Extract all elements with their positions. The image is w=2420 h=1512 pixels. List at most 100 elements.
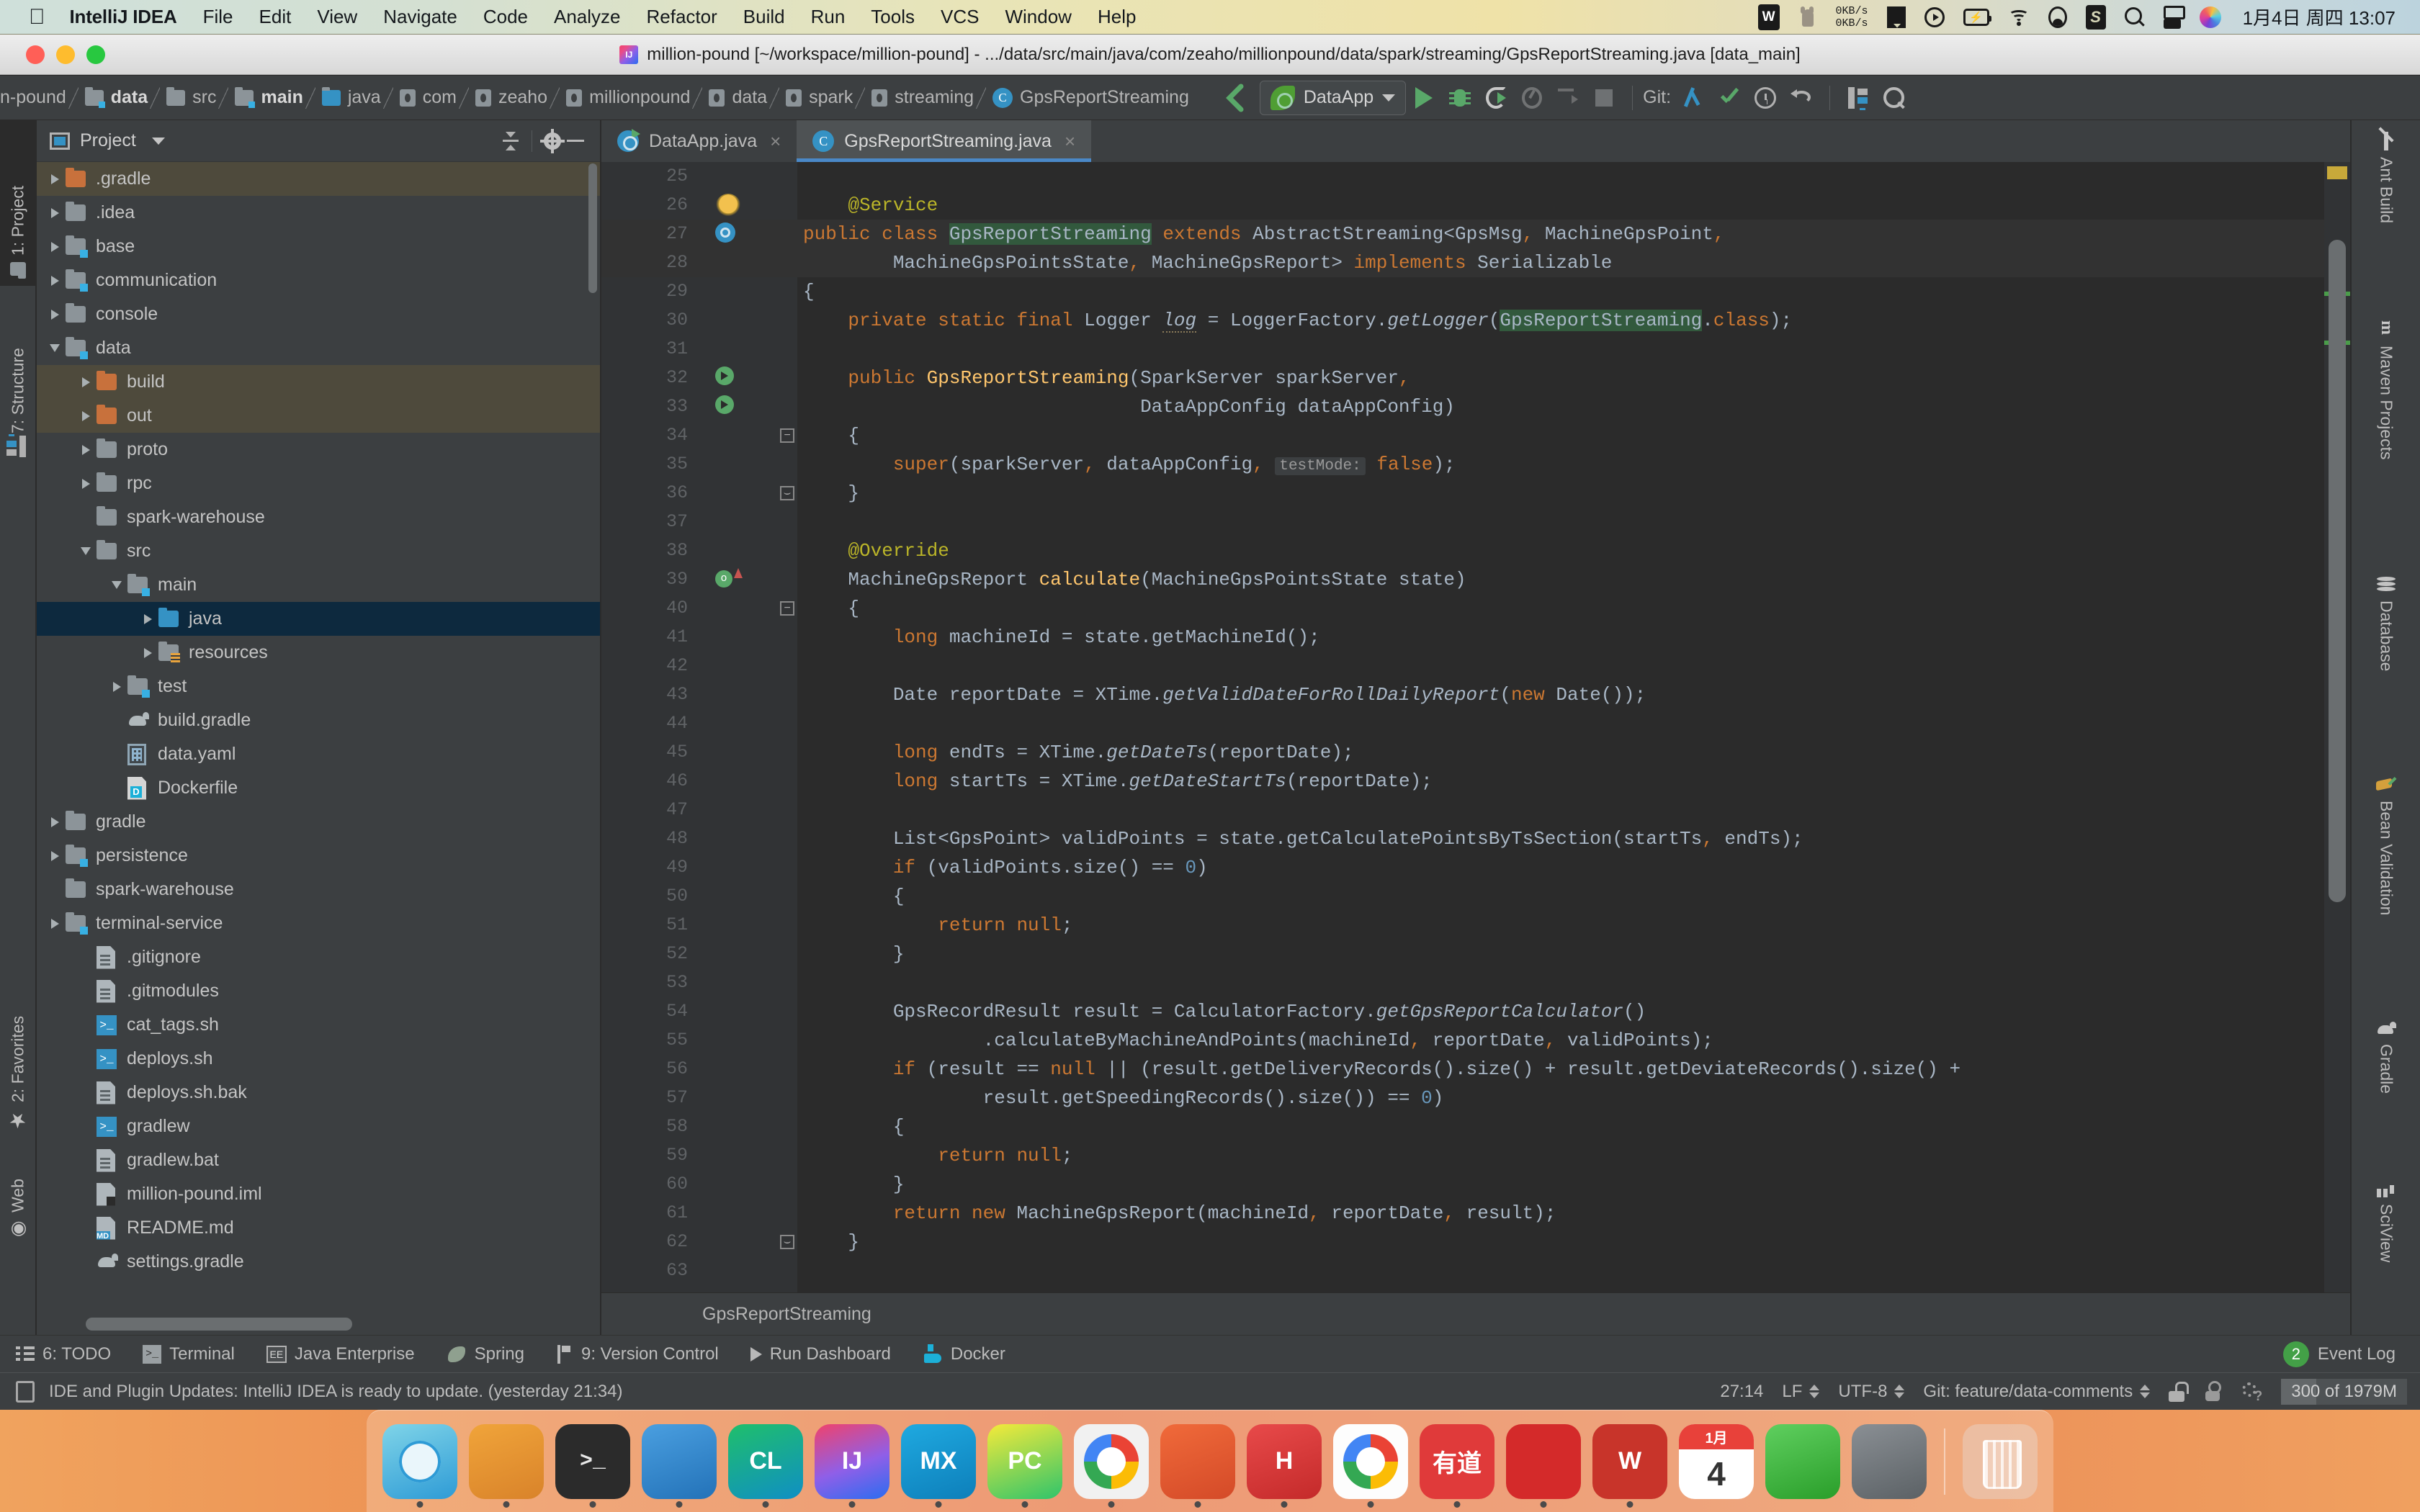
apple-logo-icon[interactable]:  (29, 6, 45, 28)
code-line[interactable]: 35 super(sparkServer, dataAppConfig, tes… (601, 450, 2350, 479)
collapse-all-icon[interactable] (498, 130, 523, 152)
dock-item-mindmaster[interactable]: MX (901, 1423, 976, 1508)
dock-item-hbuilder[interactable]: H (1247, 1423, 1322, 1508)
code-line[interactable]: 48 List<GpsPoint> validPoints = state.ge… (601, 824, 2350, 853)
tool-window-todo[interactable]: 6: TODO (0, 1344, 127, 1364)
code-line[interactable]: 41 long machineId = state.getMachineId()… (601, 623, 2350, 652)
tree-node-terminal-service[interactable]: terminal-service (37, 906, 600, 940)
code-line[interactable]: 44 (601, 709, 2350, 738)
tool-window-version-control[interactable]: 9: Version Control (540, 1344, 735, 1364)
fold-region-end-icon[interactable]: ⌣ (780, 486, 794, 500)
chevron-right-icon[interactable] (75, 444, 97, 455)
run-configuration-selector[interactable]: DataApp (1259, 80, 1407, 115)
code-line[interactable]: 59 return null; (601, 1141, 2350, 1170)
code-line[interactable]: 31 (601, 335, 2350, 364)
tree-node-console[interactable]: console (37, 297, 600, 331)
code-line[interactable]: 62 ⌣ } (601, 1228, 2350, 1256)
code-line[interactable]: 39 o MachineGpsReport calculate(MachineGp… (601, 565, 2350, 594)
chevron-right-icon[interactable] (44, 918, 66, 929)
code-viewport[interactable]: 25 26 @Service 27 public class GpsReportStr… (601, 162, 2350, 1292)
fold-region-start-icon[interactable]: − (780, 428, 794, 443)
event-log-label[interactable]: Event Log (2318, 1344, 2396, 1364)
dock-item-google-chrome[interactable] (1333, 1423, 1408, 1508)
notification-icon[interactable] (16, 1380, 35, 1403)
chevron-right-icon[interactable] (137, 613, 158, 624)
code-line[interactable]: 34 − { (601, 421, 2350, 450)
dock-item-calendar[interactable]: 1月 4 (1679, 1423, 1754, 1499)
code-line[interactable]: 32 public GpsReportStreaming(SparkServer… (601, 364, 2350, 392)
status-message[interactable]: IDE and Plugin Updates: IntelliJ IDEA is… (49, 1382, 622, 1402)
chevron-right-icon[interactable] (75, 478, 97, 489)
structure-button[interactable] (1840, 80, 1876, 116)
tree-node-out[interactable]: out (37, 399, 600, 433)
menu-run[interactable]: Run (811, 6, 846, 28)
tree-node-test[interactable]: test (37, 670, 600, 703)
dock-item-finder[interactable] (382, 1423, 457, 1508)
dock-item-intellij-idea[interactable]: IJ (815, 1423, 889, 1508)
tree-node-readme-md[interactable]: README.md (37, 1211, 600, 1245)
cat-icon[interactable] (1798, 5, 1817, 30)
dock-item-sketch-pen[interactable] (1160, 1423, 1235, 1508)
history-button[interactable] (1747, 80, 1783, 116)
stop-button[interactable] (1586, 80, 1622, 116)
project-tree[interactable]: .gradle .idea base communication console data… (37, 162, 600, 1296)
dock-item-chromium[interactable] (1074, 1423, 1149, 1508)
tree-node-base[interactable]: base (37, 230, 600, 264)
minimize-icon[interactable] (564, 130, 587, 153)
tree-node-persistence[interactable]: persistence (37, 839, 600, 873)
battery-icon[interactable]: ⚡ (1963, 8, 1991, 26)
user-account-icon[interactable] (2048, 6, 2067, 28)
code-line[interactable]: 53 (601, 968, 2350, 997)
tree-node-cat-tags-sh[interactable]: >_ cat_tags.sh (37, 1008, 600, 1042)
editor-bottom-breadcrumb[interactable]: GpsReportStreaming (601, 1292, 2350, 1335)
close-tab-icon[interactable]: × (1065, 130, 1075, 153)
menu-refactor[interactable]: Refactor (647, 6, 717, 28)
chevron-down-icon[interactable] (106, 581, 127, 589)
profile-button[interactable] (1514, 80, 1550, 116)
chevron-right-icon[interactable] (106, 681, 127, 692)
menu-help[interactable]: Help (1098, 6, 1136, 28)
code-lines[interactable]: 25 26 @Service 27 public class GpsReportStr… (601, 162, 2350, 1292)
chevron-right-icon[interactable] (44, 174, 66, 184)
breadcrumb-item-java[interactable]: java (315, 76, 393, 120)
tool-window-spring[interactable]: Spring (431, 1344, 540, 1364)
implemented-method-gutter-icon[interactable] (715, 395, 734, 414)
git-branch-widget[interactable]: Git: feature/data-comments (1923, 1382, 2151, 1402)
tree-node-deploys-sh[interactable]: >_ deploys.sh (37, 1042, 600, 1076)
tree-node-src[interactable]: src (37, 534, 600, 568)
close-tab-icon[interactable]: × (770, 130, 781, 153)
code-line[interactable]: 58 { (601, 1112, 2350, 1141)
tree-node-java[interactable]: java (37, 602, 600, 636)
code-line[interactable]: 33 DataAppConfig dataAppConfig) (601, 392, 2350, 421)
spotlight-search-icon[interactable] (2124, 6, 2145, 27)
code-line[interactable]: 56 if (result == null || (result.getDeli… (601, 1055, 2350, 1084)
menu-build[interactable]: Build (743, 6, 785, 28)
menu-code[interactable]: Code (483, 6, 528, 28)
dock-item-pycharm[interactable]: PC (987, 1423, 1062, 1508)
chevron-down-icon[interactable] (75, 547, 97, 555)
code-line[interactable]: 40 − { (601, 594, 2350, 623)
tree-node--gradle[interactable]: .gradle (37, 162, 600, 196)
inspection-icon[interactable] (2203, 1380, 2222, 1403)
sidebar-item-project[interactable]: 1: Project (0, 120, 36, 286)
code-line[interactable]: 26 @Service (601, 191, 2350, 220)
editor-tab-dataapp[interactable]: DataApp.java × (601, 120, 797, 162)
wifi-icon[interactable] (2008, 9, 2030, 26)
implemented-method-gutter-icon[interactable] (715, 366, 734, 385)
chevron-right-icon[interactable] (44, 309, 66, 320)
spring-bean-gutter-icon[interactable] (715, 222, 735, 243)
code-line[interactable]: 61 return new MachineGpsReport(machineId… (601, 1199, 2350, 1228)
play-circle-icon[interactable] (1924, 6, 1945, 27)
code-line[interactable]: 51 return null; (601, 911, 2350, 940)
chevron-right-icon[interactable] (44, 816, 66, 827)
breadcrumb-item-streaming[interactable]: streaming (864, 76, 985, 120)
tree-node-deploys-sh-bak[interactable]: deploys.sh.bak (37, 1076, 600, 1110)
chevron-right-icon[interactable] (75, 410, 97, 421)
fold-region-end-icon[interactable]: ⌣ (780, 1235, 794, 1249)
project-tree-horizontal-scrollbar[interactable] (86, 1318, 352, 1331)
dock-item-wps-office[interactable]: W (1592, 1423, 1667, 1508)
breadcrumb-item-spark[interactable]: spark (779, 76, 864, 120)
tree-node-build[interactable]: build (37, 365, 600, 399)
sidebar-item-gradle[interactable]: Gradle (2352, 1013, 2420, 1164)
sogou-input-icon[interactable]: S (2085, 4, 2106, 30)
